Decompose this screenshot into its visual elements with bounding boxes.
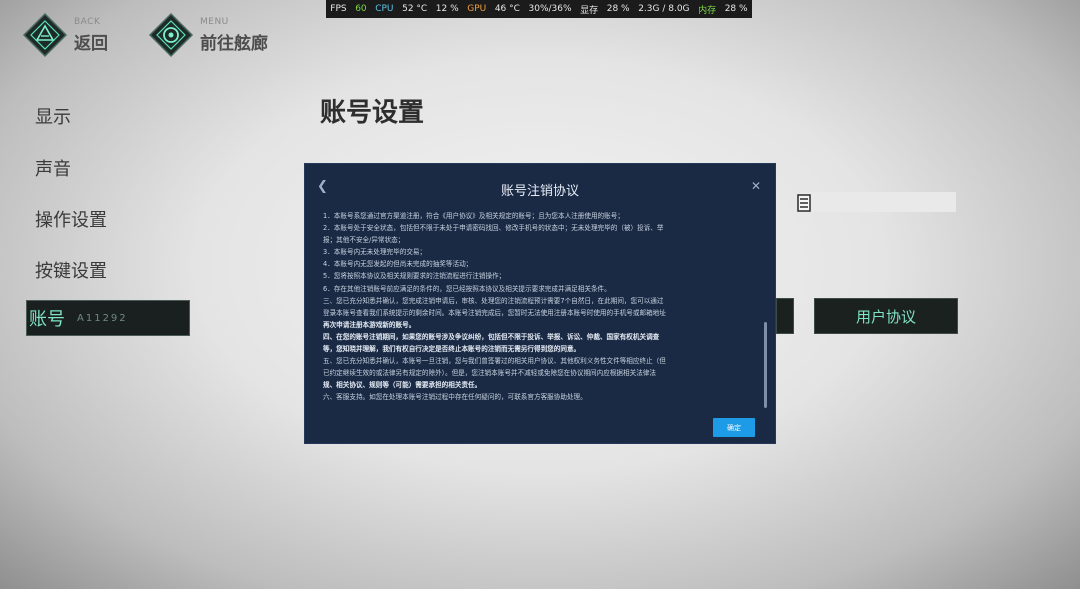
menu-sub-label: MENU [200,16,229,27]
agreement-line: 规、相关协议、规则等（可能）需要承担的相关责任。 [323,381,482,390]
sidebar-item-controls[interactable]: 操作设置 [35,206,107,232]
vram-amount: 2.3G / 8.0G [638,4,690,14]
cpu-label: CPU [375,4,394,14]
mem-label: 内存 [698,5,717,16]
gpu-label: GPU [467,4,487,14]
dialog-agreement-text: 1．本账号系您通过官方渠道注册，符合《用户协议》及相关规定的账号；且为您本人注册… [323,210,747,406]
agreement-line: 6．存在其他注销账号前应满足的条件的，您已经按照本协议及相关提示要求完成并满足相… [323,284,611,293]
menu-emblem-icon [148,12,194,58]
agreement-line: 5．您将按照本协议及相关规则要求的注销流程进行注销操作； [323,272,506,281]
agreement-line: 四、在您的账号注销期间，如果您的账号涉及争议纠纷，包括但不限于投诉、举报、诉讼、… [323,332,660,341]
cpu-usage: 12 % [435,4,459,14]
back-sub-label: BACK [74,16,101,27]
back-button[interactable]: BACK 返回 [22,12,108,58]
agreement-line: 五、您已充分知悉并确认，本账号一旦注销，您与我们曾签署过的相关用户协议、其他权利… [323,357,666,366]
agreement-line: 再次申请注册本游戏新的账号。 [323,320,416,329]
agreement-line: 三、您已充分知悉并确认，您完成注销申请后，审核、处理您的注销流程预计需要7个自然… [323,296,664,305]
document-icon[interactable] [797,194,811,212]
agreement-line: 4．本账号内无您发起的但尚未完成的抽奖等活动； [323,260,473,269]
performance-overlay: FPS 60 CPU 52 °C 12 % GPU 46 °C 30%/36% … [326,0,752,18]
agreement-line: 2．本账号处于安全状态，包括但不限于未处于申请密码找回、修改手机号的状态中；无未… [323,224,664,233]
agreement-line: 登录本账号查看我们系统提示的剩余时间。本账号注销完成后，您暂时无法使用注册本账号… [323,308,666,317]
sidebar-item-account[interactable]: 账号 A11292 [26,300,190,336]
dialog-title: 账号注销协议 [500,184,579,199]
agreement-line: 已约定继续生效的或法律另有规定的除外）。但是，您注销本账号并不减轻或免除您在协议… [323,369,656,378]
dialog-scrollbar[interactable] [764,322,767,408]
back-label: 返回 [74,33,108,54]
vram-label: 显存 [580,5,599,16]
user-agreement-button[interactable]: 用户协议 [814,298,958,334]
sidebar-item-display[interactable]: 显示 [35,103,71,129]
sidebar-item-account-label: 账号 [29,309,65,330]
menu-button[interactable]: MENU 前往舷廊 [148,12,268,58]
fps-label: FPS [330,4,347,14]
agreement-line: 等，您知晓并理解，我们有权自行决定是否终止本账号的注销而无需另行得到您的同意。 [323,345,581,354]
agreement-line: 报；其他不安全/异常状态； [323,236,405,245]
agreement-line: 六、客服支持。如您在处理本账号注销过程中存在任何疑问的，可联系官方客服协助处理。 [323,393,587,402]
hidden-action-button[interactable] [776,298,794,334]
gpu-usage: 30%/36% [528,4,572,14]
sidebar-item-keybindings[interactable]: 按键设置 [35,257,107,283]
agreement-line: 3．本账号内无未处理完毕的交易； [323,248,427,257]
mem-usage: 28 % [724,4,748,14]
agreement-line: 1．本账号系您通过官方渠道注册，符合《用户协议》及相关规定的账号；且为您本人注册… [323,212,624,220]
vram-usage: 28 % [606,4,630,14]
back-emblem-icon [22,12,68,58]
account-id-watermark: A11292 [77,312,128,324]
menu-label: 前往舷廊 [200,33,268,54]
dialog-close-icon[interactable]: ✕ [751,179,761,193]
sidebar-item-sound[interactable]: 声音 [35,155,71,181]
cpu-temp: 52 °C [402,4,428,14]
page-title: 账号设置 [320,98,425,128]
gpu-temp: 46 °C [494,4,520,14]
account-deletion-dialog: ❮ 账号注销协议 ✕ 1．本账号系您通过官方渠道注册，符合《用户协议》及相关规定… [304,163,776,444]
confirm-button[interactable]: 确定 [713,418,755,437]
account-field-bar [800,192,956,212]
fps-value: 60 [355,4,367,14]
